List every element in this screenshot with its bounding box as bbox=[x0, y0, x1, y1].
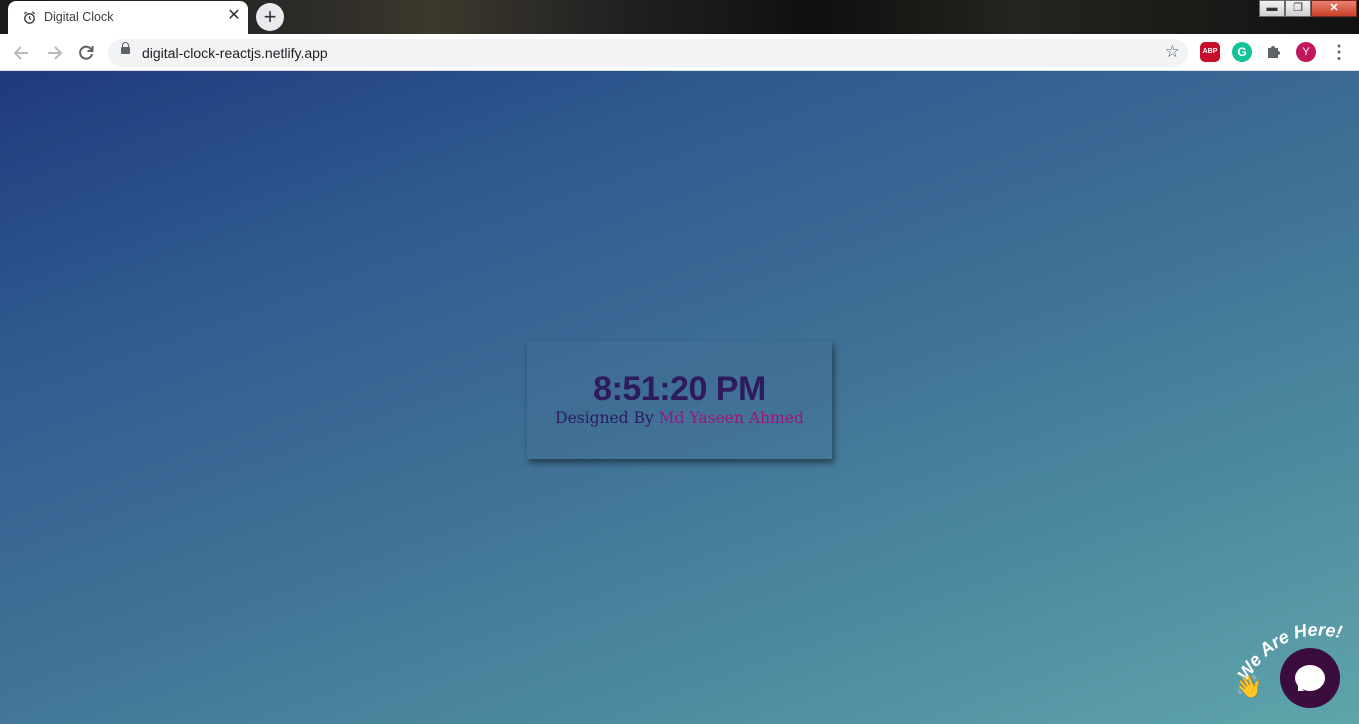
chat-open-button[interactable] bbox=[1280, 648, 1340, 708]
grammarly-extension-icon[interactable]: G bbox=[1232, 42, 1252, 62]
forward-arrow-icon[interactable] bbox=[43, 42, 65, 64]
back-arrow-icon[interactable] bbox=[11, 42, 33, 64]
profile-avatar[interactable]: Y bbox=[1296, 42, 1316, 62]
window-controls: ▬ ❐ ✕ bbox=[1259, 0, 1357, 18]
alarm-clock-icon bbox=[23, 11, 36, 24]
close-tab-icon[interactable]: ✕ bbox=[224, 6, 244, 26]
browser-toolbar: digital-clock-reactjs.netlify.app ☆ ABP … bbox=[0, 34, 1359, 71]
reload-icon[interactable] bbox=[75, 42, 97, 64]
restore-window-button[interactable]: ❐ bbox=[1285, 0, 1311, 17]
browser-tab[interactable]: Digital Clock ✕ bbox=[8, 1, 248, 34]
lock-icon[interactable] bbox=[121, 42, 130, 54]
new-tab-button[interactable]: + bbox=[256, 3, 284, 31]
clock-card: 8:51:20 PM Designed By Md Yaseen Ahmed bbox=[527, 341, 832, 459]
chat-widget[interactable]: We Are Here! 👋 bbox=[1235, 616, 1359, 724]
page-background: 8:51:20 PM Designed By Md Yaseen Ahmed W… bbox=[0, 71, 1359, 724]
close-window-button[interactable]: ✕ bbox=[1311, 0, 1357, 17]
adblock-plus-extension-icon[interactable]: ABP bbox=[1200, 42, 1220, 62]
browser-title-bar: Digital Clock ✕ + ▬ ❐ ✕ bbox=[0, 0, 1359, 34]
bookmark-star-icon[interactable]: ☆ bbox=[1165, 42, 1180, 62]
designer-credit: Designed By Md Yaseen Ahmed bbox=[527, 409, 832, 427]
designer-name-link[interactable]: Md Yaseen Ahmed bbox=[659, 409, 804, 427]
waving-hand-icon: 👋 bbox=[1235, 674, 1263, 699]
more-menu-icon[interactable]: ⋮ bbox=[1329, 42, 1349, 62]
url-text[interactable]: digital-clock-reactjs.netlify.app bbox=[142, 45, 328, 61]
extensions-puzzle-icon[interactable] bbox=[1264, 42, 1284, 62]
address-bar[interactable]: digital-clock-reactjs.netlify.app ☆ bbox=[108, 39, 1188, 67]
clock-time: 8:51:20 PM bbox=[593, 370, 766, 408]
minimize-window-button[interactable]: ▬ bbox=[1259, 0, 1285, 17]
credit-prefix: Designed By bbox=[555, 409, 654, 427]
tab-title: Digital Clock bbox=[44, 10, 114, 24]
chat-bubble-tail bbox=[1298, 685, 1304, 691]
